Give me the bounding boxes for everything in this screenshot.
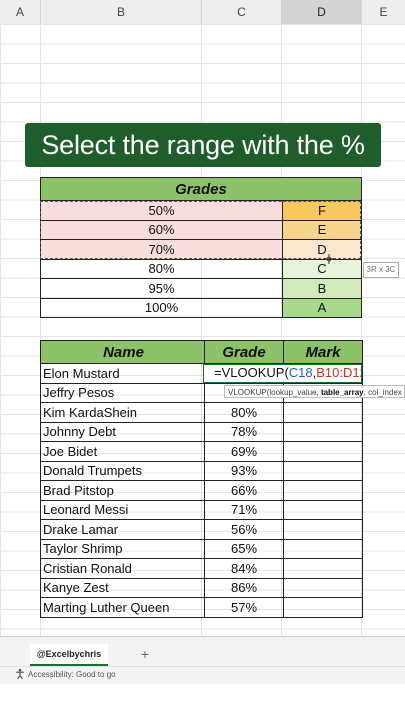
student-grade-cell[interactable]: 65% (204, 538, 284, 559)
grade-letter-cell[interactable]: E (282, 219, 362, 240)
grades-row: 60% E (40, 219, 362, 240)
student-grade-cell[interactable]: 86% (204, 577, 284, 598)
accessibility-icon[interactable] (14, 668, 26, 680)
tooltip-function-name[interactable]: VLOOKUP( (228, 388, 269, 397)
table-row: Marting Luther Queen 57% (40, 597, 363, 618)
student-grade-cell[interactable]: 84% (204, 558, 284, 579)
student-mark-cell[interactable] (283, 597, 363, 618)
student-name-cell[interactable]: Drake Lamar (40, 519, 205, 540)
student-grade-cell[interactable]: 66% (204, 480, 284, 501)
student-grade-cell[interactable]: 57% (204, 597, 284, 618)
header-mark[interactable]: Mark (283, 340, 363, 364)
grade-percent-cell[interactable]: 50% (40, 200, 283, 221)
student-grade-cell[interactable]: 80% (204, 402, 284, 423)
table-row: Donald Trumpets 93% (40, 460, 363, 481)
student-name-cell[interactable]: Leonard Messi (40, 499, 205, 520)
student-name-cell[interactable]: Jeffry Pesos (40, 382, 205, 403)
grades-row: 95% B (40, 278, 362, 299)
grades-table-title[interactable]: Grades (40, 177, 362, 201)
column-header-b[interactable]: B (41, 0, 202, 24)
student-mark-cell[interactable] (283, 480, 363, 501)
formula-lookup-ref: C18 (288, 365, 313, 380)
table-row: Drake Lamar 56% (40, 519, 363, 540)
student-mark-cell[interactable] (283, 558, 363, 579)
student-name-cell[interactable]: Johnny Debt (40, 421, 205, 442)
grade-letter-cell[interactable]: F (282, 200, 362, 221)
accessibility-status[interactable]: Accessibility: Good to go (28, 666, 116, 684)
grade-percent-cell[interactable]: 70% (40, 239, 283, 260)
column-header-row: A B C D E (0, 0, 405, 25)
crosshair-cursor-icon (324, 254, 334, 264)
table-row: Kim KardaShein 80% (40, 402, 363, 423)
grade-percent-cell[interactable]: 100% (40, 297, 283, 318)
grade-letter-cell[interactable]: B (282, 278, 362, 299)
student-mark-cell[interactable] (283, 460, 363, 481)
student-name-cell[interactable]: Elon Mustard (40, 363, 205, 384)
column-header-d[interactable]: D (282, 0, 362, 24)
tooltip-arg-table-array[interactable]: table_array (321, 388, 364, 397)
tooltip-arg-lookup-value[interactable]: lookup_value, (269, 388, 321, 397)
student-mark-cell[interactable] (283, 538, 363, 559)
student-grade-cell[interactable]: 69% (204, 441, 284, 462)
student-mark-cell[interactable] (283, 577, 363, 598)
student-name-cell[interactable]: Brad Pitstop (40, 480, 205, 501)
student-mark-cell[interactable] (283, 519, 363, 540)
table-row: Cristian Ronald 84% (40, 558, 363, 579)
tooltip-arg-col-index[interactable]: , col_index (364, 388, 402, 397)
grade-percent-cell[interactable]: 95% (40, 278, 283, 299)
student-name-cell[interactable]: Joe Bidet (40, 441, 205, 462)
student-name-cell[interactable]: Marting Luther Queen (40, 597, 205, 618)
grades-table: Grades 50% F 60% E 70% D 80% C 95% B 100… (40, 177, 362, 318)
column-header-e[interactable]: E (362, 0, 405, 24)
table-row: Taylor Shrimp 65% (40, 538, 363, 559)
grade-letter-cell[interactable]: C (282, 258, 362, 279)
grade-letter-cell[interactable]: A (282, 297, 362, 318)
add-sheet-button[interactable]: + (138, 644, 152, 664)
student-name-cell[interactable]: Kanye Zest (40, 577, 205, 598)
table-row: Brad Pitstop 66% (40, 480, 363, 501)
table-row: Kanye Zest 86% (40, 577, 363, 598)
grades-row: 100% A (40, 297, 362, 318)
column-header-a[interactable]: A (0, 0, 41, 24)
table-row: Joe Bidet 69% (40, 441, 363, 462)
active-formula-cell[interactable]: =VLOOKUP(C18,B10:D12 (203, 364, 362, 383)
grades-row: 80% C (40, 258, 362, 279)
table-row: Leonard Messi 71% (40, 499, 363, 520)
grades-row: 50% F (40, 200, 362, 221)
grade-percent-cell[interactable]: 80% (40, 258, 283, 279)
student-mark-cell[interactable] (283, 499, 363, 520)
student-name-cell[interactable]: Taylor Shrimp (40, 538, 205, 559)
student-mark-cell[interactable] (283, 402, 363, 423)
student-name-cell[interactable]: Kim KardaShein (40, 402, 205, 423)
formula-range-ref: B10:D12 (316, 365, 362, 380)
grades-row: 70% D (40, 239, 362, 260)
instruction-banner: Select the range with the % (25, 123, 381, 167)
student-name-cell[interactable]: Cristian Ronald (40, 558, 205, 579)
student-grade-cell[interactable]: 56% (204, 519, 284, 540)
grade-percent-cell[interactable]: 60% (40, 219, 283, 240)
student-name-cell[interactable]: Donald Trumpets (40, 460, 205, 481)
student-grade-cell[interactable]: 71% (204, 499, 284, 520)
column-header-c[interactable]: C (202, 0, 282, 24)
function-argument-tooltip[interactable]: VLOOKUP(lookup_value, table_array, col_i… (224, 385, 405, 398)
header-name[interactable]: Name (40, 340, 205, 364)
header-grade[interactable]: Grade (204, 340, 284, 364)
student-grade-cell[interactable]: 93% (204, 460, 284, 481)
sheet-tab-excelbychris[interactable]: @Excelbychris (30, 644, 108, 666)
grade-letter-cell[interactable]: D (282, 239, 362, 260)
formula-function: =VLOOKUP( (214, 365, 289, 380)
student-mark-cell[interactable] (283, 421, 363, 442)
selection-size-tooltip: 3R x 3C (363, 262, 399, 278)
student-mark-cell[interactable] (283, 441, 363, 462)
bottom-area (0, 684, 405, 720)
student-grade-cell[interactable]: 78% (204, 421, 284, 442)
table-row: Johnny Debt 78% (40, 421, 363, 442)
